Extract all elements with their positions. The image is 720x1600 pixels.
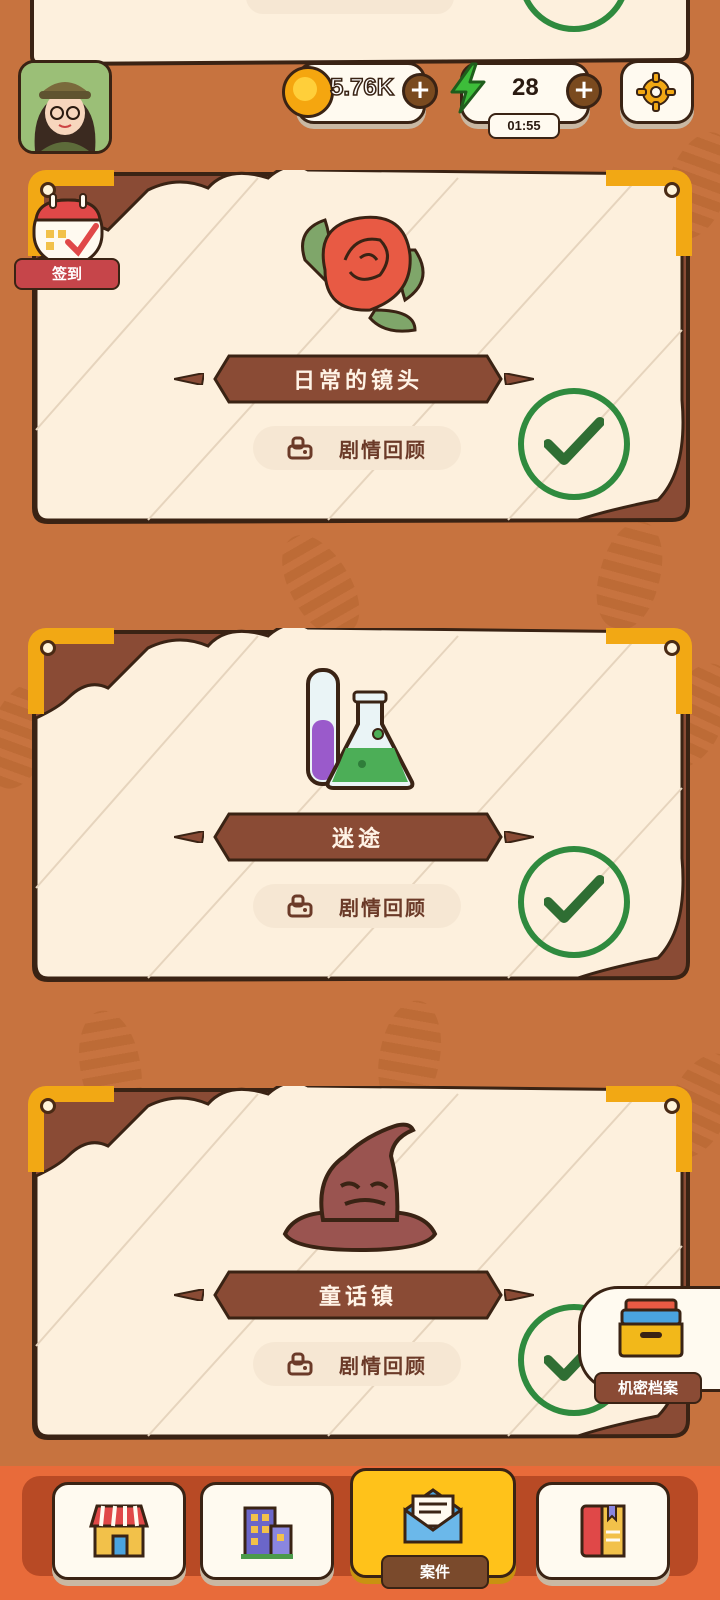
checkin-label: 签到: [14, 258, 120, 290]
case-card-2[interactable]: 迷途 剧情回顾: [28, 628, 692, 983]
case-title-banner: 迷途: [213, 812, 503, 862]
corner-hole: [40, 1098, 56, 1114]
coins-value: 5.76K: [329, 73, 395, 102]
corner-hole: [664, 182, 680, 198]
corner-bracket: [606, 170, 692, 256]
case-title-banner: 童话镇: [213, 1270, 503, 1320]
lightning-icon: [450, 62, 486, 114]
add-coins-button[interactable]: +: [402, 73, 438, 109]
banner-arrow-left: [174, 831, 204, 843]
nav-cases-label: 案件: [381, 1555, 489, 1589]
file-tray-icon: [618, 1298, 684, 1358]
case-title: 迷途: [331, 826, 384, 852]
energy-timer: 01:55: [488, 113, 560, 139]
rose-icon: [301, 215, 425, 333]
banner-arrow-left: [174, 373, 204, 385]
shop-icon: [89, 1504, 149, 1558]
nav-book-button[interactable]: [536, 1482, 670, 1580]
checkmark-icon: [544, 875, 604, 923]
review-label: 剧情回顾: [339, 437, 427, 462]
story-review-button[interactable]: 剧情回顾: [253, 1342, 461, 1386]
banner-arrow-right: [504, 373, 534, 385]
banner-arrow-left: [174, 1289, 204, 1301]
case-title: 日常的镜头: [292, 368, 423, 394]
archive-label: 机密档案: [594, 1372, 702, 1404]
nav-city-button[interactable]: [200, 1482, 334, 1580]
banner-arrow-right: [504, 1289, 534, 1301]
nav-shop-button[interactable]: [52, 1482, 186, 1580]
case-card-1[interactable]: 日常的镜头 剧情回顾: [28, 170, 692, 525]
story-review-button[interactable]: 剧情回顾: [253, 426, 461, 470]
corner-bracket: [28, 628, 114, 714]
completed-check: [518, 846, 630, 958]
review-icon: [287, 894, 313, 918]
gear-icon: [636, 72, 676, 112]
review-label: 剧情回顾: [339, 1353, 427, 1378]
settings-button[interactable]: [620, 60, 694, 124]
review-label: 剧情回顾: [339, 895, 427, 920]
energy-value: 28: [512, 74, 539, 101]
lab-flasks-icon: [306, 668, 415, 790]
corner-bracket: [28, 1086, 114, 1172]
checkin-button[interactable]: 签到: [14, 190, 120, 290]
player-avatar[interactable]: [18, 60, 112, 154]
girl-detective-avatar-icon: [21, 63, 109, 151]
checkmark-icon: [544, 417, 604, 465]
case-title: 童话镇: [318, 1284, 397, 1310]
nav-cases-button[interactable]: 案件: [350, 1468, 516, 1589]
mail-icon: [403, 1488, 463, 1544]
review-icon: [287, 1352, 313, 1376]
corner-hole: [664, 640, 680, 656]
corner-bracket: [606, 628, 692, 714]
wizard-hat-icon: [282, 1122, 438, 1253]
previous-case-card: [28, 0, 692, 70]
completed-check: [518, 388, 630, 500]
calendar-check-icon: [32, 193, 104, 266]
review-icon: [287, 436, 313, 460]
add-energy-button[interactable]: +: [566, 73, 602, 109]
corner-bracket: [606, 1086, 692, 1172]
coin-icon: [282, 66, 334, 118]
archive-button[interactable]: 机密档案: [578, 1286, 720, 1404]
book-icon: [580, 1504, 626, 1558]
case-title-banner: 日常的镜头: [213, 354, 503, 404]
banner-arrow-right: [504, 831, 534, 843]
corner-hole: [40, 640, 56, 656]
story-review-button[interactable]: 剧情回顾: [253, 884, 461, 928]
building-icon: [241, 1506, 293, 1559]
bg-footprint: [586, 514, 674, 636]
corner-hole: [664, 1098, 680, 1114]
